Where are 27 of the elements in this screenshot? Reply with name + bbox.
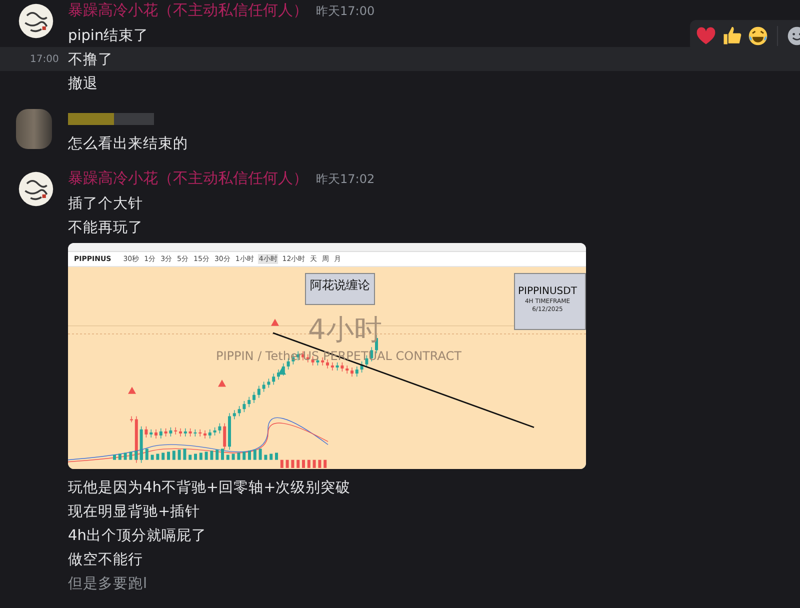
timestamp: 17:00 xyxy=(30,54,59,64)
laughing-face-icon[interactable] xyxy=(747,25,769,47)
blurred-avatar[interactable] xyxy=(16,109,52,149)
triangle-marker xyxy=(128,386,136,394)
message-text: 但是多要跑l xyxy=(68,574,148,592)
message-text: 现在明显背驰+插针 xyxy=(68,502,200,520)
avatar[interactable] xyxy=(18,3,54,39)
triangle-marker xyxy=(271,318,279,326)
message-text: pipin结束了 xyxy=(68,26,149,44)
timestamp: 昨天17:02 xyxy=(316,171,375,188)
message-text: 撤退 xyxy=(68,74,98,92)
timestamp: 昨天17:00 xyxy=(316,3,375,20)
triangle-marker xyxy=(218,380,226,387)
message-text: 不能再玩了 xyxy=(68,218,143,236)
message-text: 4h出个顶分就嗝屁了 xyxy=(68,526,206,544)
triangle-marker xyxy=(278,367,286,375)
message-text: 插了个大针 xyxy=(68,194,143,212)
avatar[interactable] xyxy=(18,171,54,207)
watermark-text: 4小时 xyxy=(308,314,382,346)
message-text: 怎么看出来结束的 xyxy=(68,134,188,152)
negative-histogram xyxy=(280,460,327,468)
card-title: PIPPINUSDT xyxy=(518,286,577,297)
message-text: 玩他是因为4h不背驰+回零轴+次级别突破 xyxy=(68,478,351,496)
thumbs-up-icon[interactable] xyxy=(721,25,743,47)
message-text: 不撸了 xyxy=(68,50,113,68)
chart-banner: 阿花说缠论 xyxy=(305,273,375,305)
message-text: 做空不能行 xyxy=(68,550,143,568)
